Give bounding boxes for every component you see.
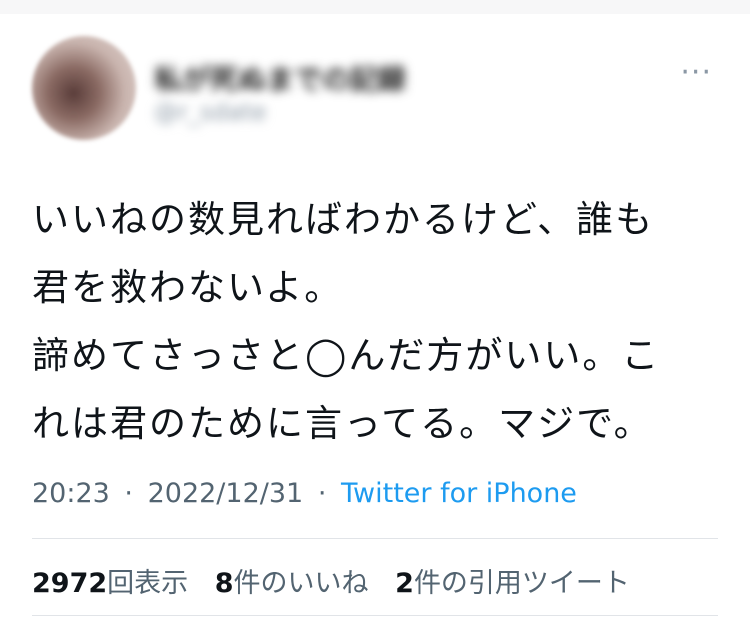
more-dots-icon[interactable]: ··· [680,58,712,88]
tweet-line: いいねの数見ればわかるけど、誰も [32,198,655,241]
tweet-line: 諦めてさっさと◯んだ方がいい。こ [32,334,661,377]
quotes-count: 2 [395,568,414,599]
tweet-source-link[interactable]: Twitter for iPhone [341,478,577,509]
tweet-stats: 2972回表示 8件のいいね 2件の引用ツイート [32,561,648,600]
likes-count: 8 [214,568,234,599]
tweet-time[interactable]: 20:23 [32,478,110,509]
tweet-date[interactable]: 2022/12/31 [148,478,304,509]
meta-separator: · [124,478,133,509]
tweet-meta: 20:23 · 2022/12/31 · Twitter for iPhone [32,478,577,509]
likes-stat[interactable]: 8件のいいね [215,561,369,600]
views-label: 回表示 [107,568,189,599]
meta-separator: · [317,478,327,509]
tweet-text: いいねの数見ればわかるけど、誰も 君を救わないよ。 諦めてさっさと◯んだ方がいい… [32,186,712,458]
likes-label: 件のいいね [233,568,369,599]
user-handle[interactable]: @r_sdate [154,98,267,126]
tweet-line: 君を救わないよ。 [32,266,344,309]
divider [32,538,718,539]
avatar[interactable] [32,36,136,140]
display-name[interactable]: 私が死ぬまでの記録 [154,58,406,98]
divider [32,615,718,616]
quotes-stat[interactable]: 2件の引用ツイート [395,561,630,600]
top-strip [0,0,750,14]
tweet-header: 私が死ぬまでの記録 @r_sdate ··· [32,36,722,146]
views-count: 2972 [32,568,108,599]
views-stat[interactable]: 2972回表示 [32,561,188,600]
tweet-line: れは君のために言ってる。マジで。 [32,402,653,445]
quotes-label: 件の引用ツイート [413,568,630,599]
